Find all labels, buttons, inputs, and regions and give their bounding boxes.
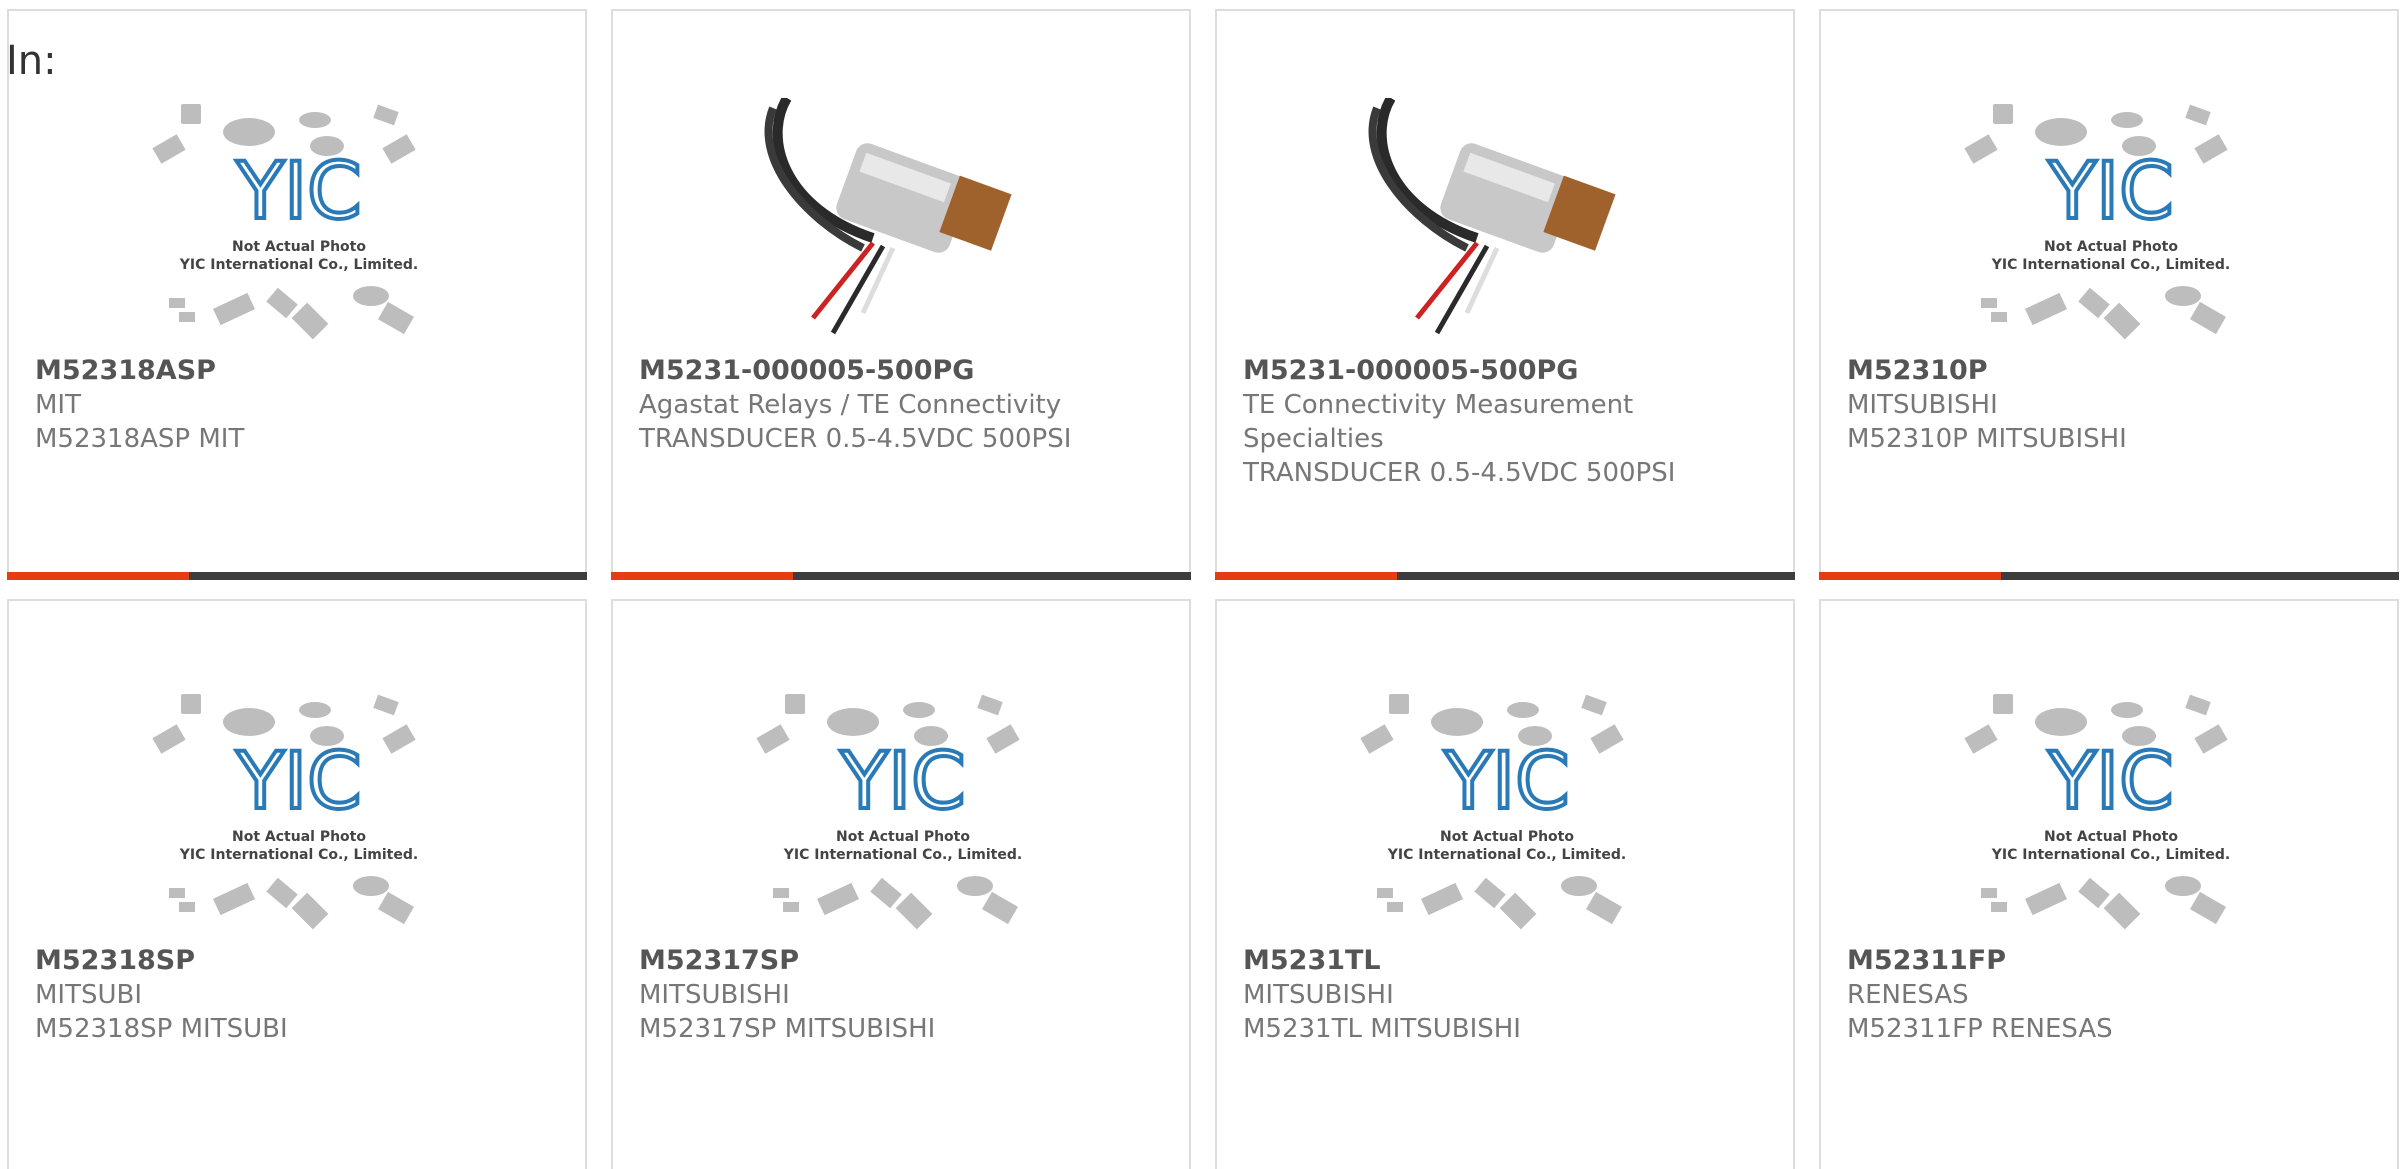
svg-text:YIC International Co., Limited: YIC International Co., Limited. [1387,847,1626,863]
product-manufacturer: MIT [35,390,81,420]
svg-text:Not Actual Photo: Not Actual Photo [232,239,366,255]
svg-text:Not Actual Photo: Not Actual Photo [836,829,970,845]
intro-label: In: [6,38,57,84]
svg-text:YIC: YIC [2047,737,2173,827]
product-info: M52310P MITSUBISHI M52310P MITSUBISHI [1847,354,2379,456]
svg-text:YIC International Co., Limited: YIC International Co., Limited. [1991,257,2230,273]
svg-text:YIC: YIC [235,737,361,827]
product-info: M52317SP MITSUBISHI M52317SP MITSUBISHI [639,944,1171,1046]
product-image[interactable] [753,98,1053,348]
product-card[interactable]: YIC Not Actual Photo YIC International C… [611,599,1191,1169]
product-manufacturer: MITSUBISHI [1243,980,1394,1010]
product-part-number[interactable]: M5231-000005-500PG [1243,354,1775,388]
yic-placeholder-icon: YIC Not Actual Photo YIC International C… [1360,694,1626,930]
product-part-number[interactable]: M5231TL [1243,944,1775,978]
card-footer-bar [1819,572,2399,580]
card-accent-bar [1215,572,1397,580]
svg-text:YIC: YIC [2047,147,2173,237]
product-card[interactable]: YIC Not Actual Photo YIC International C… [1819,599,2399,1169]
yic-placeholder-icon: YIC Not Actual Photo YIC International C… [1964,694,2230,930]
product-info: M5231-000005-500PG Agastat Relays / TE C… [639,354,1171,456]
card-footer-bar [611,572,1191,580]
svg-text:YIC International Co., Limited: YIC International Co., Limited. [1991,847,2230,863]
card-footer-bar [1215,572,1795,580]
card-accent-bar [7,572,189,580]
card-accent-bar [1819,572,2001,580]
product-image[interactable]: YIC Not Actual Photo YIC International C… [1357,688,1657,938]
product-manufacturer: RENESAS [1847,980,1969,1010]
product-image[interactable]: YIC Not Actual Photo YIC International C… [149,688,449,938]
product-description: M5231TL MITSUBISHI [1243,1014,1521,1044]
product-card[interactable]: M5231-000005-500PG Agastat Relays / TE C… [611,9,1191,580]
product-manufacturer: Agastat Relays / TE Connectivity [639,390,1062,420]
product-description: TRANSDUCER 0.5-4.5VDC 500PSI [1243,458,1676,488]
product-image[interactable]: YIC Not Actual Photo YIC International C… [1961,98,2261,348]
product-description: TRANSDUCER 0.5-4.5VDC 500PSI [639,424,1072,454]
product-manufacturer: MITSUBI [35,980,143,1010]
product-card[interactable]: YIC Not Actual Photo YIC International C… [7,9,587,580]
product-part-number[interactable]: M52317SP [639,944,1171,978]
yic-placeholder-icon: YIC Not Actual Photo YIC International C… [152,694,418,930]
product-part-number[interactable]: M52310P [1847,354,2379,388]
product-part-number[interactable]: M5231-000005-500PG [639,354,1171,388]
product-image[interactable]: YIC Not Actual Photo YIC International C… [149,98,449,348]
product-info: M52318SP MITSUBI M52318SP MITSUBI [35,944,567,1046]
product-description: M52317SP MITSUBISHI [639,1014,936,1044]
product-part-number[interactable]: M52311FP [1847,944,2379,978]
product-image[interactable]: YIC Not Actual Photo YIC International C… [1961,688,2261,938]
product-description: M52318SP MITSUBI [35,1014,288,1044]
pressure-transducer-icon [764,98,1012,335]
svg-text:YIC International Co., Limited: YIC International Co., Limited. [179,847,418,863]
product-card[interactable]: M5231-000005-500PG TE Connectivity Measu… [1215,9,1795,580]
product-info: M5231-000005-500PG TE Connectivity Measu… [1243,354,1775,490]
svg-text:YIC International Co., Limited: YIC International Co., Limited. [783,847,1022,863]
svg-text:YIC: YIC [1443,737,1569,827]
product-info: M52311FP RENESAS M52311FP RENESAS [1847,944,2379,1046]
svg-text:Not Actual Photo: Not Actual Photo [1440,829,1574,845]
svg-text:Not Actual Photo: Not Actual Photo [232,829,366,845]
product-card[interactable]: YIC Not Actual Photo YIC International C… [1215,599,1795,1169]
yic-placeholder-icon: YIC Not Actual Photo YIC International C… [1964,104,2230,340]
product-part-number[interactable]: M52318SP [35,944,567,978]
svg-text:Not Actual Photo: Not Actual Photo [2044,239,2178,255]
svg-text:YIC: YIC [235,147,361,237]
svg-text:Not Actual Photo: Not Actual Photo [2044,829,2178,845]
svg-text:YIC: YIC [839,737,965,827]
pressure-transducer-icon [1368,98,1616,335]
product-info: M5231TL MITSUBISHI M5231TL MITSUBISHI [1243,944,1775,1046]
product-info: M52318ASP MIT M52318ASP MIT [35,354,567,456]
card-footer-bar [7,572,587,580]
svg-text:YIC International Co., Limited: YIC International Co., Limited. [179,257,418,273]
product-manufacturer: MITSUBISHI [1847,390,1998,420]
product-manufacturer: MITSUBISHI [639,980,790,1010]
yic-placeholder-icon: YIC Not Actual Photo YIC International C… [756,694,1022,930]
product-card[interactable]: YIC Not Actual Photo YIC International C… [1819,9,2399,580]
product-description: M52318ASP MIT [35,424,245,454]
card-accent-bar [611,572,793,580]
product-description: M52310P MITSUBISHI [1847,424,2127,454]
product-part-number[interactable]: M52318ASP [35,354,567,388]
product-card[interactable]: YIC Not Actual Photo YIC International C… [7,599,587,1169]
yic-placeholder-icon: YIC Not Actual Photo YIC International C… [152,104,418,340]
product-description: M52311FP RENESAS [1847,1014,2113,1044]
product-image[interactable] [1357,98,1657,348]
product-manufacturer: TE Connectivity Measurement Specialties [1243,390,1634,454]
product-image[interactable]: YIC Not Actual Photo YIC International C… [753,688,1053,938]
